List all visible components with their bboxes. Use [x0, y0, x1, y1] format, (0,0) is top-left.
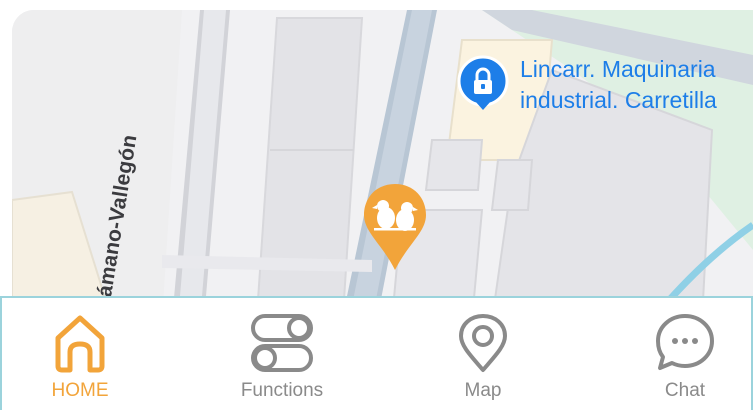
poi-label: Lincarr. Maquinaria industrial. Carretil…: [520, 54, 717, 116]
tab-chat-label: Chat: [664, 380, 706, 401]
app-screen: Sámano-Vallegón Lincarr. Maquinaria indu…: [0, 0, 753, 410]
poi-name-line1: Lincarr. Maquinaria: [520, 56, 716, 82]
chat-bubble-icon: [654, 312, 716, 374]
map-view[interactable]: Sámano-Vallegón Lincarr. Maquinaria indu…: [12, 10, 753, 320]
tab-functions[interactable]: Functions: [188, 298, 376, 410]
birds-marker-icon[interactable]: [362, 182, 428, 274]
tab-home-label: HOME: [51, 380, 109, 401]
poi-business[interactable]: Lincarr. Maquinaria industrial. Carretil…: [456, 54, 717, 116]
home-icon: [52, 312, 108, 374]
tab-functions-label: Functions: [240, 380, 324, 401]
tab-chat[interactable]: Chat: [591, 298, 753, 410]
tab-map[interactable]: Map: [389, 298, 577, 410]
lock-icon: [456, 54, 510, 112]
tab-map-label: Map: [464, 380, 502, 401]
toggles-icon: [249, 312, 315, 374]
bottom-tab-bar: HOME Functions Map Chat: [0, 296, 753, 410]
map-pin-icon: [455, 312, 511, 374]
poi-name-line2: industrial. Carretilla: [520, 87, 717, 113]
tab-home[interactable]: HOME: [0, 298, 174, 410]
tab-bar-border-left: [0, 296, 2, 410]
